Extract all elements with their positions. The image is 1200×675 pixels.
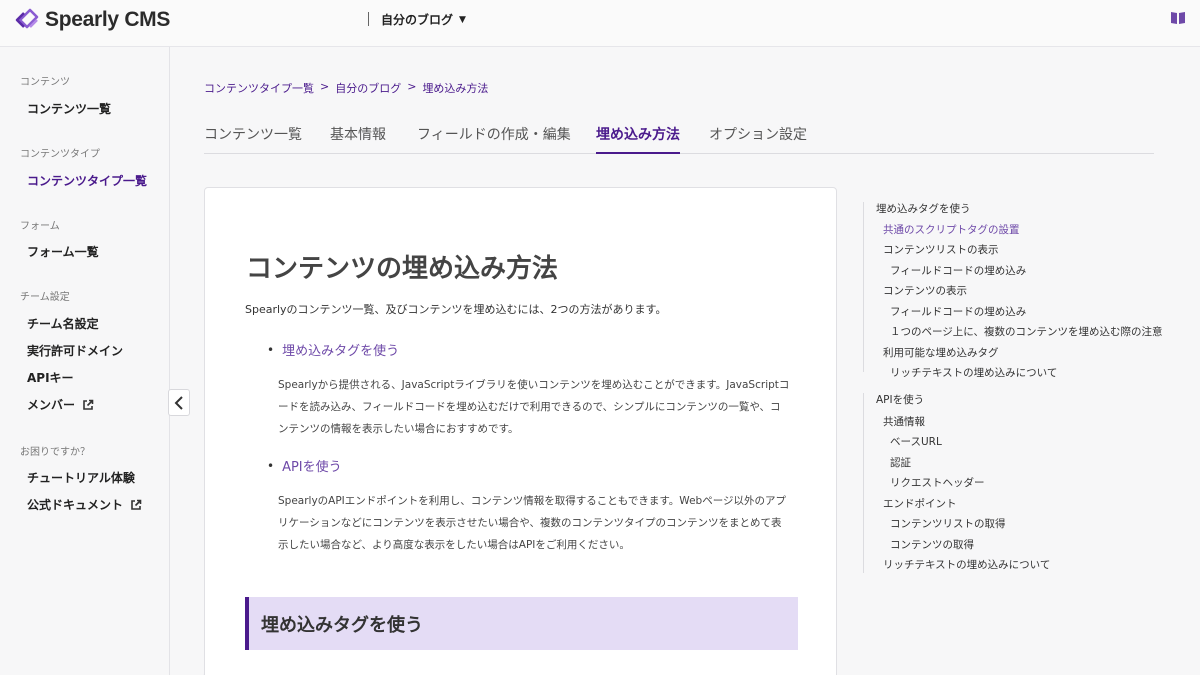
sidebar-section-help: お困りですか？ <box>20 447 90 458</box>
bullet-icon: • <box>267 342 275 357</box>
toc-item[interactable]: コンテンツリストの表示 <box>883 242 999 257</box>
logo[interactable]: Spearly CMS <box>14 7 170 33</box>
project-switcher[interactable]: 自分のブログ ▼ <box>381 11 466 28</box>
description-line: SpearlyのAPIエンドポイントを利用し、コンテンツ情報を取得することもでき… <box>278 495 786 507</box>
description-line: リケーションなどにコンテンツを表示させたい場合や、複数のコンテンツタイプのコンテ… <box>278 517 782 529</box>
chevron-left-icon <box>174 395 183 410</box>
sidebar-item-label: 実行許可ドメイン <box>27 344 124 358</box>
content-card: コンテンツの埋め込み方法 Spearlyのコンテンツ一覧、及びコンテンツを埋め込… <box>204 187 837 675</box>
sidebar-section-contents: コンテンツ <box>20 77 70 88</box>
description-line: 示したい場合など、より高度な表示をしたい場合はAPIをご利用ください。 <box>278 539 630 551</box>
sidebar-item-content-type-list[interactable]: コンテンツタイプ一覧 <box>27 172 147 189</box>
toc-item[interactable]: 利用可能な埋め込みタグ <box>883 345 999 360</box>
sidebar-item-docs[interactable]: 公式ドキュメント <box>27 496 142 513</box>
book-icon[interactable] <box>1170 11 1186 25</box>
sidebar-section-forms: フォーム <box>20 221 60 232</box>
method-description: SpearlyのAPIエンドポイントを利用し、コンテンツ情報を取得することもでき… <box>278 490 798 556</box>
toc-rail <box>863 393 864 573</box>
tab-content-list[interactable]: コンテンツ一覧 <box>204 124 302 154</box>
tab-fields[interactable]: フィールドの作成・編集 <box>417 124 571 154</box>
sidebar-item-form-list[interactable]: フォーム一覧 <box>27 243 99 260</box>
toc-rail <box>863 202 864 372</box>
sidebar-item-content-list[interactable]: コンテンツ一覧 <box>27 100 111 117</box>
spearly-logo-icon <box>15 8 39 29</box>
toc-item[interactable]: リクエストヘッダー <box>890 475 985 490</box>
toc-item[interactable]: 認証 <box>890 455 911 470</box>
toc-item[interactable]: コンテンツの取得 <box>890 537 974 552</box>
project-name: 自分のブログ <box>381 13 454 27</box>
sidebar-item-tutorial[interactable]: チュートリアル体験 <box>27 469 135 486</box>
tab-basic-info[interactable]: 基本情報 <box>330 124 386 154</box>
breadcrumb-item[interactable]: コンテンツタイプ一覧 <box>204 80 314 96</box>
sidebar-item-label: コンテンツ一覧 <box>27 102 112 116</box>
toc-item[interactable]: コンテンツリストの取得 <box>890 516 1006 531</box>
method-link-embed-tag[interactable]: • 埋め込みタグを使う <box>267 340 400 360</box>
breadcrumb-item[interactable]: 埋め込み方法 <box>422 80 488 96</box>
toc-item[interactable]: 共通のスクリプトタグの設置 <box>883 222 1020 237</box>
sidebar: コンテンツ コンテンツ一覧 コンテンツタイプ コンテンツタイプ一覧 フォーム フ… <box>0 47 170 675</box>
breadcrumb: コンテンツタイプ一覧 > 自分のブログ > 埋め込み方法 <box>204 80 488 96</box>
page-title: コンテンツの埋め込み方法 <box>246 254 559 284</box>
top-header: Spearly CMS 自分のブログ ▼ <box>0 0 1200 47</box>
tab-options[interactable]: オプション設定 <box>709 124 807 154</box>
sidebar-item-allowed-domains[interactable]: 実行許可ドメイン <box>27 342 123 359</box>
breadcrumb-separator: > <box>320 80 330 93</box>
logo-text: Spearly CMS <box>45 8 171 31</box>
method-label: 埋め込みタグを使う <box>282 344 400 359</box>
sidebar-item-label: フォーム一覧 <box>27 245 99 259</box>
header-divider <box>368 12 369 26</box>
toc-item[interactable]: フィールドコードの埋め込み <box>890 263 1026 278</box>
toc-item[interactable]: １つのページ上に、複数のコンテンツを埋め込む際の注意 <box>890 324 1162 339</box>
sidebar-item-label: コンテンツタイプ一覧 <box>27 174 148 188</box>
sidebar-item-team-name[interactable]: チーム名設定 <box>27 315 99 332</box>
section-heading: 埋め込みタグを使う <box>261 615 423 636</box>
sidebar-item-label: チュートリアル体験 <box>27 471 135 485</box>
sidebar-item-api-keys[interactable]: APIキー <box>27 369 74 386</box>
toc-item[interactable]: 埋め込みタグを使う <box>876 201 971 216</box>
method-description: Spearlyから提供される、JavaScriptライブラリを使いコンテンツを埋… <box>278 374 798 440</box>
tab-embed[interactable]: 埋め込み方法 <box>596 124 680 154</box>
intro-text: Spearlyのコンテンツ一覧、及びコンテンツを埋め込むには、2つの方法がありま… <box>245 303 667 316</box>
external-link-icon <box>131 499 142 510</box>
toc-item[interactable]: リッチテキストの埋め込みについて <box>883 557 1050 572</box>
bullet-icon: • <box>267 458 275 473</box>
breadcrumb-item[interactable]: 自分のブログ <box>335 80 401 96</box>
description-line: ンテンツの情報を表示したい場合におすすめです。 <box>278 423 519 435</box>
sidebar-section-content-types: コンテンツタイプ <box>20 149 100 160</box>
caret-down-icon: ▼ <box>459 14 466 25</box>
sidebar-item-label: チーム名設定 <box>27 317 99 331</box>
method-label: APIを使う <box>282 460 342 475</box>
section-heading-bar: 埋め込みタグを使う <box>245 597 798 650</box>
toc-item[interactable]: フィールドコードの埋め込み <box>890 304 1026 319</box>
sidebar-item-label: メンバー <box>27 398 76 412</box>
description-line: ードを読み込み、フィールドコードを埋め込むだけで利用できるので、シンプルにコンテ… <box>278 401 781 413</box>
sidebar-section-team-settings: チーム設定 <box>20 292 70 303</box>
tab-bar: コンテンツ一覧 基本情報 フィールドの作成・編集 埋め込み方法 オプション設定 <box>204 124 1154 154</box>
toc-item[interactable]: コンテンツの表示 <box>883 283 967 298</box>
toc-item[interactable]: ベースURL <box>890 434 942 449</box>
method-link-api[interactable]: • APIを使う <box>267 456 342 476</box>
breadcrumb-separator: > <box>407 80 417 93</box>
toc-item[interactable]: APIを使う <box>876 392 924 407</box>
sidebar-item-label: 公式ドキュメント <box>27 498 124 512</box>
description-line: Spearlyから提供される、JavaScriptライブラリを使いコンテンツを埋… <box>278 379 790 391</box>
toc-item[interactable]: リッチテキストの埋め込みについて <box>890 365 1057 380</box>
toc-item[interactable]: 共通情報 <box>883 414 925 429</box>
toc-item[interactable]: エンドポイント <box>883 496 957 511</box>
external-link-icon <box>83 399 94 410</box>
sidebar-item-members[interactable]: メンバー <box>27 396 94 413</box>
sidebar-collapse-button[interactable] <box>168 389 190 416</box>
sidebar-item-label: APIキー <box>27 371 74 385</box>
